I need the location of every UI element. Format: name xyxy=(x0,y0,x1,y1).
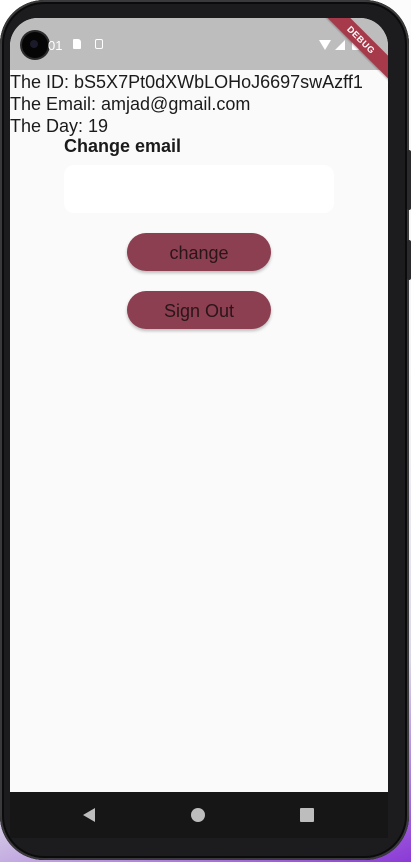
sign-out-button[interactable]: Sign Out xyxy=(127,291,271,329)
power-button[interactable] xyxy=(407,240,411,280)
volume-button[interactable] xyxy=(407,150,411,210)
change-button[interactable]: change xyxy=(127,233,271,271)
user-day-label: The Day: xyxy=(10,116,84,136)
status-time: 01 xyxy=(48,38,63,53)
user-id-label: The ID: xyxy=(10,72,70,92)
user-email-line: The Email: amjad@gmail.com xyxy=(10,92,250,116)
phone-frame: 01 DEBUG The ID: bS5X7Pt0dXWbLOHoJ6697swA… xyxy=(0,0,411,860)
user-id-line: The ID: bS5X7Pt0dXWbLOHoJ6697swAzff1 xyxy=(10,70,363,94)
wifi-icon xyxy=(319,40,331,50)
recent-apps-icon[interactable] xyxy=(300,808,314,822)
cell-signal-icon xyxy=(335,40,345,50)
sd-card-icon xyxy=(73,39,81,49)
navigation-bar xyxy=(10,792,388,838)
user-day-value: 19 xyxy=(88,116,109,136)
change-email-label: Change email xyxy=(64,136,182,156)
user-email-label: The Email: xyxy=(10,94,97,114)
user-email-value: amjad@gmail.com xyxy=(101,94,251,114)
back-icon[interactable] xyxy=(83,808,95,822)
status-bar: 01 DEBUG xyxy=(10,18,388,85)
home-icon[interactable] xyxy=(191,808,205,822)
app-screen: 01 DEBUG The ID: bS5X7Pt0dXWbLOHoJ6697swA… xyxy=(10,18,388,792)
front-camera-icon xyxy=(22,32,48,58)
change-email-input[interactable] xyxy=(64,165,334,213)
user-day-line: The Day: 19 xyxy=(10,114,108,138)
sim-card-icon xyxy=(95,39,103,49)
user-id-value: bS5X7Pt0dXWbLOHoJ6697swAzff1 xyxy=(74,72,363,92)
